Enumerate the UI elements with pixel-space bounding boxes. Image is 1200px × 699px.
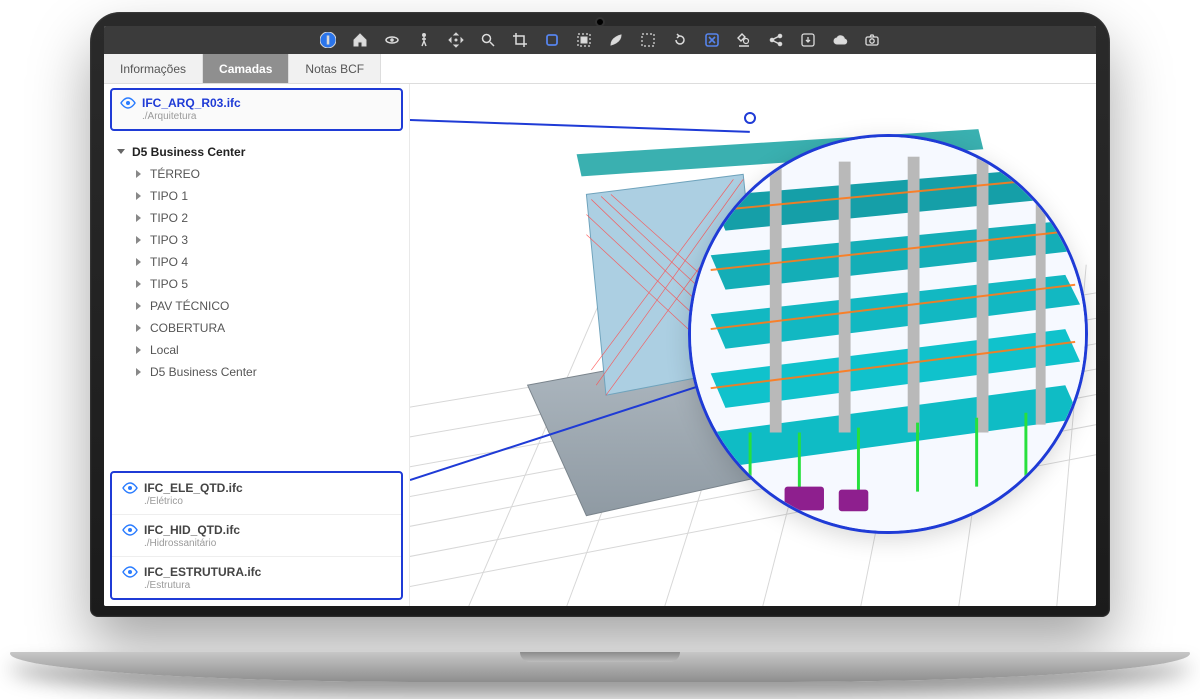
eye-icon[interactable]: [120, 95, 136, 111]
tree-item[interactable]: Local: [134, 339, 403, 361]
x-box-icon[interactable]: [703, 31, 721, 49]
redo-icon[interactable]: [671, 31, 689, 49]
tree-item[interactable]: COBERTURA: [134, 317, 403, 339]
tree-root[interactable]: D5 Business Center: [116, 141, 403, 163]
download-icon[interactable]: [799, 31, 817, 49]
camera-icon[interactable]: [863, 31, 881, 49]
layers-sidebar: IFC_ARQ_R03.ifc ./Arquitetura D5 Busines…: [104, 84, 410, 606]
cloud-icon[interactable]: [831, 31, 849, 49]
select-icon[interactable]: [575, 31, 593, 49]
pan-icon[interactable]: [447, 31, 465, 49]
crop-icon[interactable]: [511, 31, 529, 49]
tree-item[interactable]: TIPO 2: [134, 207, 403, 229]
leaf-icon[interactable]: [607, 31, 625, 49]
tree-item[interactable]: TIPO 3: [134, 229, 403, 251]
laptop-base: [10, 652, 1190, 682]
main-toolbar: i: [104, 26, 1096, 54]
tree-item[interactable]: TIPO 1: [134, 185, 403, 207]
caret-down-icon: [116, 147, 126, 157]
home-icon[interactable]: [351, 31, 369, 49]
select-similar-icon[interactable]: [639, 31, 657, 49]
tab-notas-bcf[interactable]: Notas BCF: [289, 54, 381, 83]
caret-right-icon: [134, 191, 144, 201]
layer-row[interactable]: IFC_ESTRUTURA.ifc./Estrutura: [112, 557, 401, 598]
3d-viewport[interactable]: [410, 84, 1096, 606]
caret-right-icon: [134, 235, 144, 245]
layer-row[interactable]: IFC_ELE_QTD.ifc./Elétrico: [112, 473, 401, 515]
caret-right-icon: [134, 213, 144, 223]
laptop-bezel: i Informações: [90, 12, 1110, 617]
layer-active-block[interactable]: IFC_ARQ_R03.ifc ./Arquitetura: [110, 88, 403, 131]
eye-icon[interactable]: [122, 522, 138, 538]
app-window: i Informações: [104, 26, 1096, 606]
caret-right-icon: [134, 367, 144, 377]
tree-item[interactable]: TIPO 4: [134, 251, 403, 273]
share-icon[interactable]: [767, 31, 785, 49]
caret-right-icon: [134, 169, 144, 179]
orbit-icon[interactable]: [383, 31, 401, 49]
magnifier-view: [688, 134, 1088, 534]
eye-icon[interactable]: [122, 480, 138, 496]
tree-item[interactable]: TÉRREO: [134, 163, 403, 185]
layer-path: ./Arquitetura: [142, 111, 393, 122]
cube-icon[interactable]: [543, 31, 561, 49]
sidebar-tabs: Informações Camadas Notas BCF: [104, 54, 1096, 84]
layer-name: IFC_ARQ_R03.ifc: [142, 96, 241, 110]
laptop-mockup: i Informações: [90, 12, 1110, 652]
walk-icon[interactable]: [415, 31, 433, 49]
tab-camadas[interactable]: Camadas: [203, 54, 289, 83]
eye-icon[interactable]: [122, 564, 138, 580]
caret-right-icon: [134, 323, 144, 333]
svg-text:i: i: [326, 35, 329, 47]
caret-right-icon: [134, 279, 144, 289]
tree-item[interactable]: D5 Business Center: [134, 361, 403, 383]
caret-right-icon: [134, 301, 144, 311]
layer-tree: D5 Business Center TÉRREOTIPO 1TIPO 2TIP…: [104, 135, 409, 389]
other-layers-block: IFC_ELE_QTD.ifc./ElétricoIFC_HID_QTD.ifc…: [110, 471, 403, 600]
laptop-camera: [597, 19, 603, 25]
caret-right-icon: [134, 345, 144, 355]
info-icon[interactable]: i: [319, 31, 337, 49]
tree-item[interactable]: TIPO 5: [134, 273, 403, 295]
microscope-icon[interactable]: [735, 31, 753, 49]
search-icon[interactable]: [479, 31, 497, 49]
tree-item[interactable]: PAV TÉCNICO: [134, 295, 403, 317]
tab-informacoes[interactable]: Informações: [104, 54, 203, 83]
layer-row[interactable]: IFC_HID_QTD.ifc./Hidrossanitário: [112, 515, 401, 557]
caret-right-icon: [134, 257, 144, 267]
callout-dot: [744, 112, 756, 124]
